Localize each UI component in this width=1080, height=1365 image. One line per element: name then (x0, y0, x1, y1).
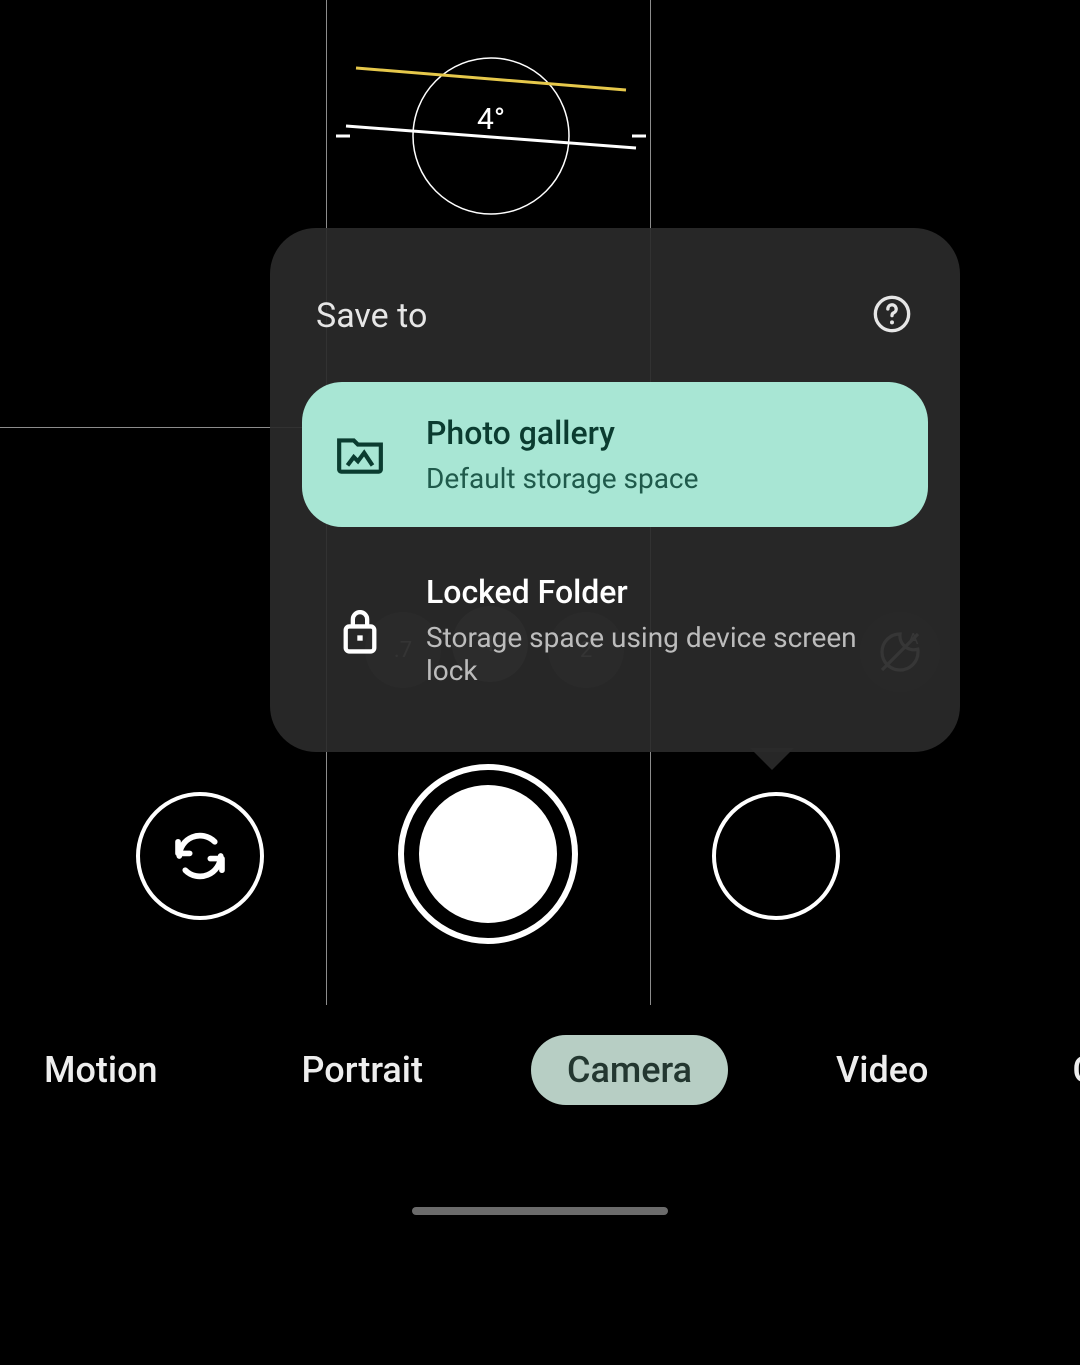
camera-viewfinder: 4° .7 1 2 A Save to (0, 0, 1080, 1005)
mode-camera[interactable]: Camera (531, 1035, 728, 1105)
level-degrees: 4° (336, 102, 646, 137)
lock-icon (332, 605, 388, 655)
option-subtitle: Storage space using device screen lock (426, 621, 898, 687)
gallery-thumbnail-button[interactable] (712, 792, 840, 920)
mode-cinematic[interactable]: Cinemat (1036, 1035, 1080, 1105)
navigation-handle[interactable] (412, 1207, 668, 1215)
switch-camera-button[interactable] (136, 792, 264, 920)
option-title: Photo gallery (426, 414, 898, 452)
level-indicator: 4° (336, 32, 646, 232)
option-subtitle: Default storage space (426, 462, 898, 495)
mode-portrait[interactable]: Portrait (266, 1035, 459, 1105)
gallery-folder-icon (332, 434, 388, 476)
popup-pointer (750, 748, 794, 770)
mode-selector[interactable]: Motion Portrait Camera Video Cinemat (0, 1030, 1080, 1110)
option-title: Locked Folder (426, 573, 898, 611)
help-icon (872, 294, 912, 334)
shutter-button[interactable] (398, 764, 578, 944)
mode-motion[interactable]: Motion (8, 1035, 194, 1105)
save-option-photo-gallery[interactable]: Photo gallery Default storage space (302, 382, 928, 527)
shutter-inner (419, 785, 557, 923)
help-button[interactable] (872, 294, 912, 338)
popup-title: Save to (316, 296, 427, 336)
save-option-locked-folder[interactable]: Locked Folder Storage space using device… (302, 541, 928, 719)
switch-camera-icon (169, 825, 231, 887)
mode-video[interactable]: Video (800, 1035, 964, 1105)
save-to-popup: Save to Photo gallery Default storage sp… (270, 228, 960, 752)
